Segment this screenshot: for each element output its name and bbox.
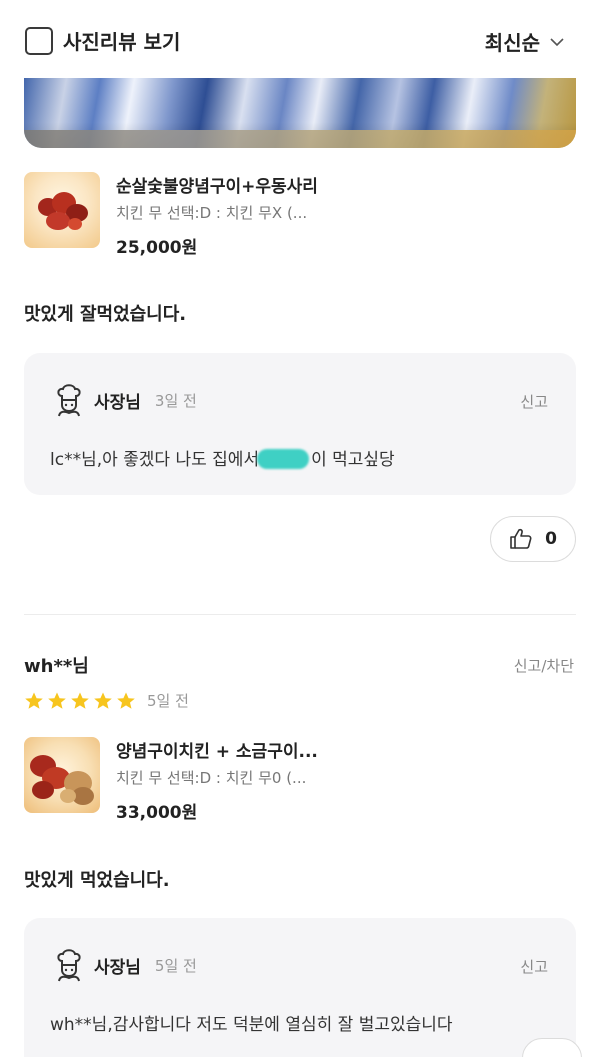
review-text: 맛있게 잘먹었습니다. — [24, 304, 187, 325]
menu-option: 치킨 무 선택:D : 치킨 무X (... — [116, 204, 308, 222]
owner-reply-text: wh**님,감사합니다 저도 덕분에 열심히 잘 벌고있습니다 — [50, 1015, 453, 1035]
chef-hat-icon — [57, 384, 81, 417]
rating: 5일 전 — [24, 690, 189, 711]
owner-name: 사장님 — [94, 957, 141, 978]
menu-name: 양념구이치킨 + 소금구이... — [116, 742, 318, 762]
report-block-button[interactable]: 신고/차단 — [514, 655, 574, 676]
like-button[interactable] — [522, 1038, 582, 1057]
owner-reply-box: 사장님 3일 전 신고 lc**님,아 좋겠다 나도 집에서 이 먹고싶당 — [24, 353, 576, 495]
owner-reply-text-start: lc**님,아 좋겠다 나도 집에서 — [50, 450, 260, 470]
review-date: 5일 전 — [147, 692, 189, 710]
owner-reply-date: 3일 전 — [154, 391, 197, 410]
ordered-menu[interactable]: 양념구이치킨 + 소금구이... 치킨 무 선택:D : 치킨 무0 (... … — [24, 737, 318, 823]
photo-review-checkbox[interactable] — [25, 26, 53, 55]
menu-price: 33,000원 — [116, 803, 198, 823]
sort-label: 최신순 — [484, 31, 540, 55]
report-button[interactable]: 신고 — [520, 956, 548, 977]
review-divider — [24, 614, 576, 615]
censor-mark — [257, 449, 310, 469]
review-filter-bar: 사진리뷰 보기 최신순 — [0, 0, 600, 78]
star-icon — [117, 692, 135, 709]
owner-reply-box: 사장님 5일 전 신고 wh**님,감사합니다 저도 덕분에 열심히 잘 벌고있… — [24, 918, 576, 1057]
report-button[interactable]: 신고 — [520, 391, 548, 412]
reviewer-name[interactable]: wh**님 — [24, 652, 89, 678]
menu-price: 25,000원 — [116, 238, 198, 258]
like-button[interactable]: 0 — [490, 516, 576, 562]
menu-thumbnail — [24, 172, 100, 248]
star-icon — [71, 692, 89, 709]
like-count: 0 — [545, 529, 557, 549]
thumbs-up-icon — [510, 528, 532, 549]
owner-reply-date: 5일 전 — [154, 956, 197, 975]
photo-review-label: 사진리뷰 보기 — [63, 30, 181, 54]
menu-thumbnail — [24, 737, 100, 813]
star-icon — [48, 692, 66, 709]
chef-hat-icon — [57, 949, 81, 982]
star-icon — [25, 692, 43, 709]
star-icon — [94, 692, 112, 709]
owner-name: 사장님 — [94, 392, 141, 413]
owner-reply-text: lc**님,아 좋겠다 나도 집에서 이 먹고싶당 — [50, 445, 395, 470]
photo-review-toggle[interactable]: 사진리뷰 보기 — [25, 26, 180, 55]
sort-dropdown[interactable]: 최신순 — [485, 27, 566, 56]
menu-name: 순살숯불양념구이+우동사리 — [116, 177, 318, 197]
review-text: 맛있게 먹었습니다. — [24, 870, 170, 891]
ordered-menu[interactable]: 순살숯불양념구이+우동사리 치킨 무 선택:D : 치킨 무X (... 25,… — [24, 172, 318, 258]
chevron-down-icon — [550, 37, 564, 46]
menu-option: 치킨 무 선택:D : 치킨 무0 (... — [116, 769, 307, 787]
owner-reply-text-end: 이 먹고싶당 — [311, 450, 395, 470]
